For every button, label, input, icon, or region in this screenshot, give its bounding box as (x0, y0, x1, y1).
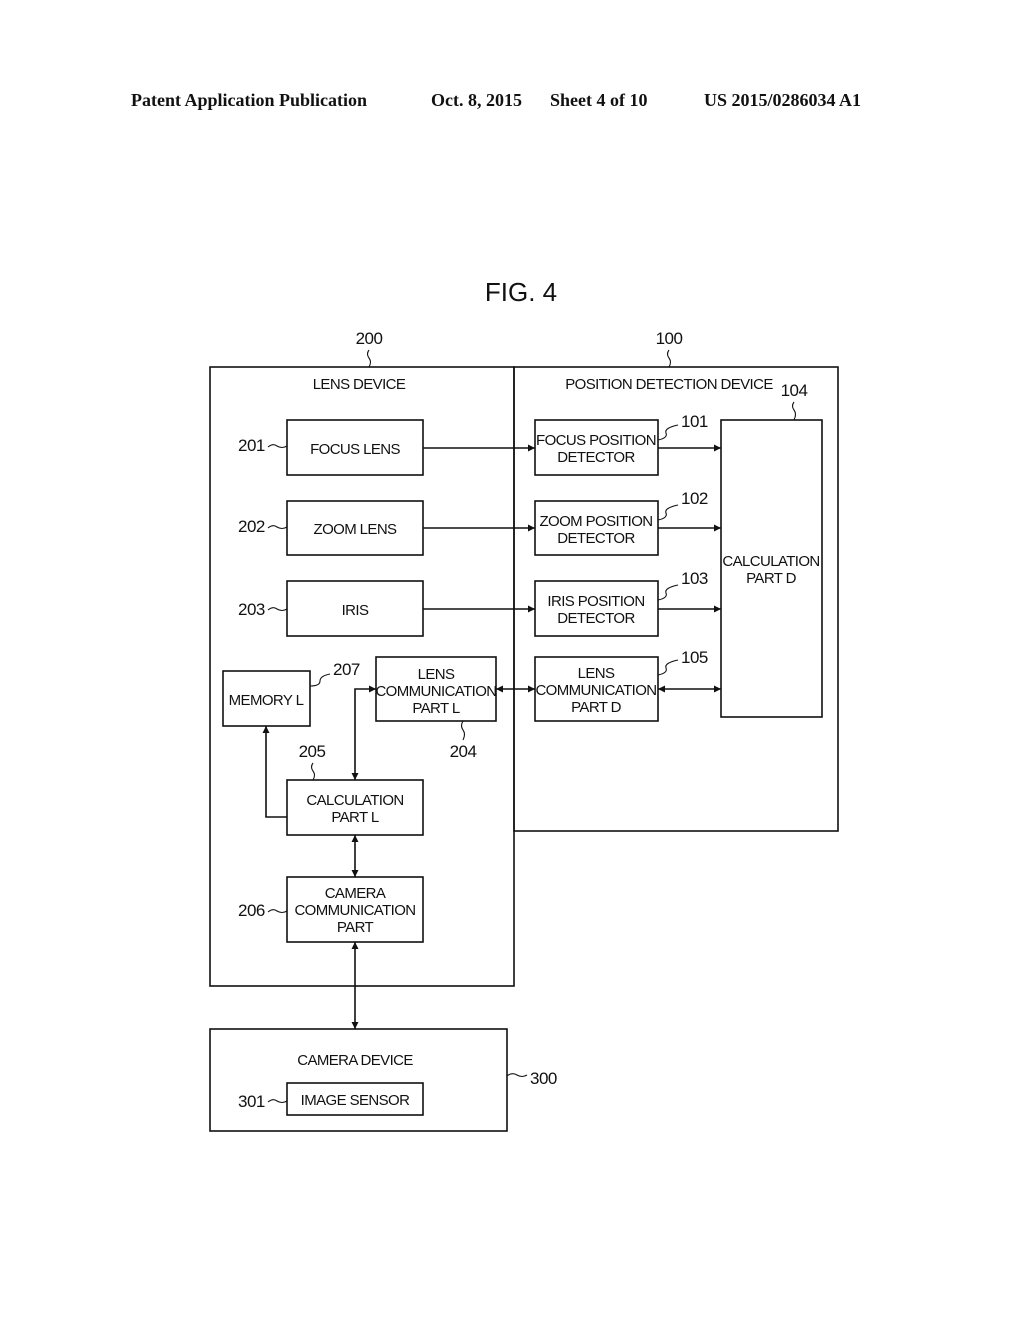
leader-102 (657, 504, 679, 521)
memory-l-block: MEMORY L 207 (222, 660, 360, 727)
leader-103 (657, 584, 679, 601)
leader-101 (657, 424, 679, 441)
ref-101: 101 (681, 412, 708, 431)
ref-203: 203 (238, 600, 265, 619)
focus-detector-block: FOCUS POSITION DETECTOR 101 (534, 412, 708, 476)
focus-lens-label: FOCUS LENS (310, 441, 400, 458)
zoom-lens-label: ZOOM LENS (314, 521, 398, 538)
focus-lens-block: FOCUS LENS 201 (238, 419, 424, 476)
lens-comm-l-line1: LENS (418, 666, 455, 683)
leader-301 (267, 1099, 288, 1104)
iris-detector-block: IRIS POSITION DETECTOR 103 (534, 569, 708, 637)
iris-label: IRIS (342, 602, 369, 619)
leader-205 (310, 762, 316, 781)
zoom-detector-line1: ZOOM POSITION (539, 513, 652, 530)
leader-202 (267, 525, 288, 530)
arrow-calc-l-to-lens-comm-l (351, 685, 376, 780)
ref-202: 202 (238, 517, 265, 536)
zoom-detector-line2: DETECTOR (557, 530, 635, 547)
zoom-lens-block: ZOOM LENS 202 (238, 500, 424, 556)
leader-200 (366, 349, 372, 368)
leader-206 (267, 909, 288, 914)
zoom-detector-block: ZOOM POSITION DETECTOR 102 (534, 489, 708, 556)
leader-203 (267, 607, 288, 612)
camera-device-label: CAMERA DEVICE (297, 1052, 413, 1069)
figure-title: FIG. 4 (485, 277, 557, 307)
iris-detector-line1: IRIS POSITION (547, 593, 644, 610)
camera-comm-line3: PART (337, 919, 374, 936)
lens-comm-d-line1: LENS (578, 665, 615, 682)
camera-comm-line2: COMMUNICATION (294, 902, 415, 919)
calc-l-line1: CALCULATION (306, 792, 403, 809)
ref-205: 205 (299, 742, 326, 761)
lens-device-label: LENS DEVICE (313, 376, 406, 393)
ref-104: 104 (781, 381, 808, 400)
ref-200: 200 (356, 329, 383, 348)
camera-device: CAMERA DEVICE 300 IMAGE SENSOR 301 (209, 1028, 557, 1132)
camera-comm-block: CAMERA COMMUNICATION PART 206 (238, 876, 424, 943)
leader-204 (460, 720, 466, 741)
lens-comm-d-line2: COMMUNICATION (535, 682, 656, 699)
lens-comm-d-line3: PART D (571, 699, 622, 716)
calc-d-block: CALCULATION PART D 104 (720, 381, 823, 718)
position-device-label: POSITION DETECTION DEVICE (565, 376, 773, 393)
image-sensor-block: IMAGE SENSOR 301 (238, 1082, 424, 1116)
calc-d-line2: PART D (746, 570, 797, 587)
leader-201 (267, 444, 288, 449)
ref-301: 301 (238, 1092, 265, 1111)
leader-104 (791, 401, 797, 421)
iris-detector-line2: DETECTOR (557, 610, 635, 627)
ref-206: 206 (238, 901, 265, 920)
ref-300: 300 (530, 1069, 557, 1088)
image-sensor-label: IMAGE SENSOR (301, 1092, 410, 1109)
ref-103: 103 (681, 569, 708, 588)
leader-207 (309, 673, 331, 687)
focus-detector-line1: FOCUS POSITION (536, 432, 656, 449)
lens-comm-l-line2: COMMUNICATION (375, 683, 496, 700)
lens-comm-d-block: LENS COMMUNICATION PART D 105 (534, 648, 708, 722)
calc-d-line1: CALCULATION (722, 553, 819, 570)
lens-comm-l-line3: PART L (412, 700, 460, 717)
leader-300 (506, 1073, 528, 1078)
calc-l-line2: PART L (331, 809, 379, 826)
ref-201: 201 (238, 436, 265, 455)
camera-comm-line1: CAMERA (325, 885, 386, 902)
lens-comm-l-block: LENS COMMUNICATION PART L 204 (375, 656, 497, 761)
position-detection-device: 100 POSITION DETECTION DEVICE FOCUS POSI… (513, 329, 839, 832)
block-diagram: FIG. 4 200 LENS DEVICE FOCUS LENS 201 ZO… (209, 277, 839, 1132)
arrow-calc-l-to-memory-l (262, 726, 287, 818)
lens-device: 200 LENS DEVICE FOCUS LENS 201 ZOOM LENS… (209, 329, 515, 987)
leader-100 (666, 349, 672, 368)
ref-102: 102 (681, 489, 708, 508)
ref-204: 204 (450, 742, 477, 761)
iris-block: IRIS 203 (238, 580, 424, 637)
ref-207: 207 (333, 660, 360, 679)
leader-105 (657, 659, 679, 676)
memory-l-label: MEMORY L (229, 692, 304, 709)
ref-100: 100 (656, 329, 683, 348)
ref-105: 105 (681, 648, 708, 667)
focus-detector-line2: DETECTOR (557, 449, 635, 466)
